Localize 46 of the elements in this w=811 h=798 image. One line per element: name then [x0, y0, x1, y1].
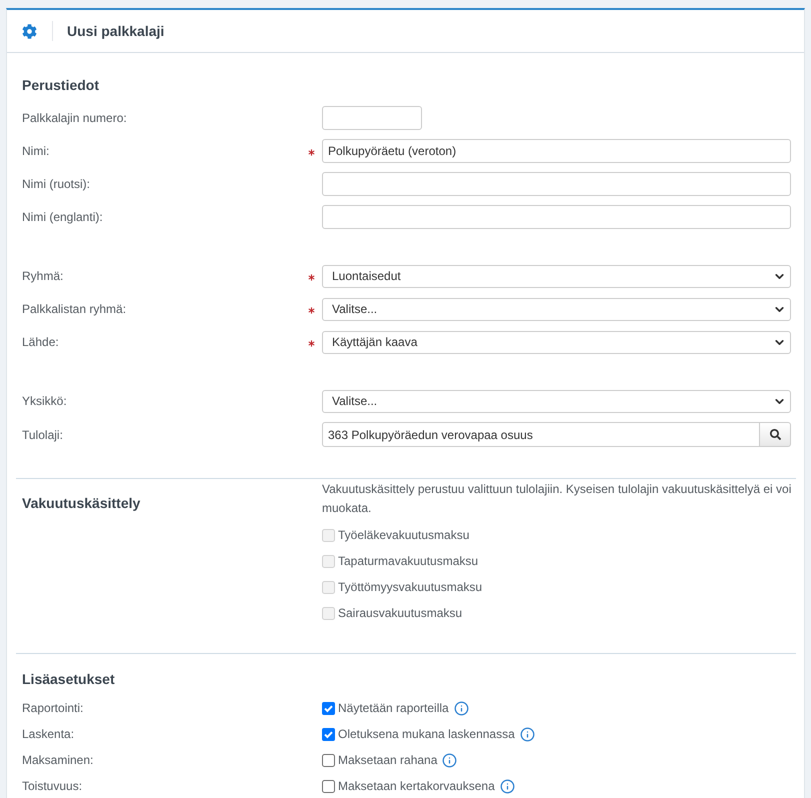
- checkbox-label: Työttömyysvakuutusmaksu: [338, 579, 482, 596]
- dropdown[interactable]: Valitse...: [322, 390, 791, 412]
- search-icon: [770, 429, 780, 440]
- field-label: Toistuvuus:: [22, 779, 82, 793]
- info-text: Vakuutuskäsittely perustuu valittuun tulolajiin. Kyseisen tulolajin vakuutuskäsittelyä ei voi muokata.: [322, 481, 792, 517]
- field-label: Lähde:: [22, 335, 59, 349]
- checkbox-label: Maksetaan kertakorvauksena: [338, 778, 495, 795]
- checkbox[interactable]: [322, 780, 335, 792]
- checkbox-label: Sairausvakuutusmaksu: [338, 605, 462, 622]
- checkbox-label: Tapaturmavakuutusmaksu: [338, 553, 478, 570]
- settings-icon: [22, 24, 37, 38]
- section-heading: Perustiedot: [22, 76, 100, 94]
- checkbox[interactable]: [322, 728, 335, 740]
- dropdown[interactable]: Valitse...: [322, 298, 791, 320]
- dropdown[interactable]: Luontaisedut: [322, 264, 791, 288]
- field-label: Raportointi:: [22, 701, 84, 715]
- field-label: Ryhmä:: [22, 269, 64, 283]
- search-button[interactable]: [760, 422, 791, 447]
- text-field[interactable]: [322, 205, 791, 229]
- checkbox-label: Oletuksena mukana laskennassa: [338, 726, 515, 743]
- field-label: Tulolaji:: [22, 428, 63, 442]
- info-icon[interactable]: [500, 778, 515, 794]
- field-label: Palkkalajin numero:: [22, 111, 127, 125]
- field-label: Nimi (englanti):: [22, 210, 103, 224]
- field-label: Nimi:: [22, 144, 50, 158]
- dropdown[interactable]: Käyttäjän kaava: [322, 330, 791, 354]
- field-label: Palkkalistan ryhmä:: [22, 302, 126, 316]
- info-icon[interactable]: [442, 752, 458, 768]
- field-label: Maksaminen:: [22, 753, 94, 767]
- checkbox-label: Maksetaan rahana: [338, 752, 438, 769]
- text-field[interactable]: [322, 106, 422, 130]
- field-label: Yksikkö:: [22, 394, 67, 408]
- text-field[interactable]: [322, 172, 791, 196]
- section-heading: Vakuutuskäsittely: [22, 494, 140, 512]
- field-label: Laskenta:: [22, 727, 74, 741]
- page-title: Uusi palkkalaji: [67, 22, 164, 41]
- text-field[interactable]: 363 Polkupyöräedun verovapaa osuus: [322, 422, 760, 447]
- info-icon[interactable]: [520, 726, 535, 742]
- field-label: Nimi (ruotsi):: [22, 177, 90, 191]
- checkbox[interactable]: [322, 754, 335, 766]
- checkbox[interactable]: [322, 702, 335, 714]
- section-heading: Lisäasetukset: [22, 670, 115, 688]
- info-icon[interactable]: [454, 700, 469, 716]
- text-field[interactable]: Polkupyöräetu (veroton): [322, 139, 791, 163]
- checkbox-label: Näytetään raporteilla: [338, 700, 449, 717]
- checkbox-label: Työeläkevakuutusmaksu: [338, 527, 470, 544]
